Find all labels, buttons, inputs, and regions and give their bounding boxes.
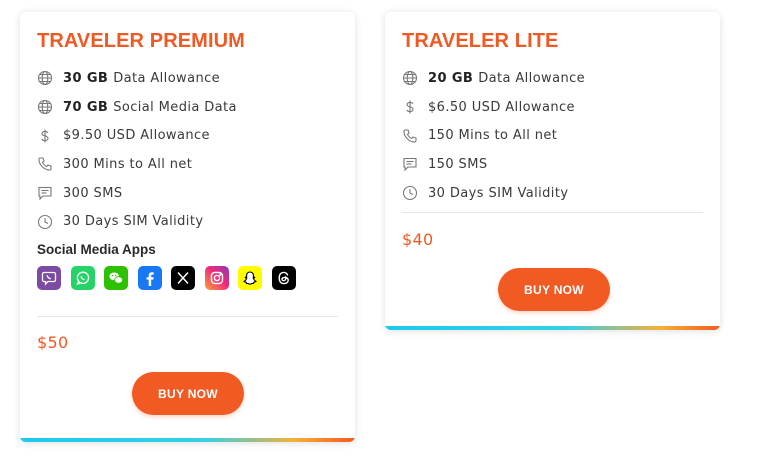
x-icon (171, 266, 195, 290)
feature-item: 30 GB Data Allowance (36, 64, 237, 93)
feature-label: $6.50 USD Allowance (428, 99, 575, 115)
feature-item: 30 Days SIM Validity (401, 179, 585, 208)
threads-icon (271, 266, 296, 290)
feature-label: 30 Days SIM Validity (63, 214, 204, 230)
feature-list: 20 GB Data Allowance $6.50 USD Allowance… (401, 64, 585, 207)
card-accent-bar (385, 326, 720, 330)
globe-icon (36, 98, 54, 116)
feature-label: 300 SMS (63, 185, 123, 201)
viber-icon (37, 266, 61, 290)
feature-item: 300 Mins to All net (36, 150, 237, 179)
facebook-icon (137, 266, 162, 290)
plan-title: TRAVELER LITE (402, 30, 559, 52)
globe-icon (401, 69, 419, 87)
apps-heading: Social Media Apps (37, 242, 156, 257)
whatsapp-icon (70, 266, 95, 290)
plan-price: $50 (37, 333, 69, 352)
buy-now-button[interactable]: BUY NOW (498, 268, 610, 311)
dollar-icon (401, 98, 419, 116)
feature-value: 70 GB (63, 99, 109, 115)
feature-item: 150 Mins to All net (401, 121, 585, 150)
feature-item: 150 SMS (401, 150, 585, 179)
feature-label: 300 Mins to All net (63, 156, 193, 172)
feature-label: 30 Days SIM Validity (428, 185, 569, 201)
feature-item: 300 SMS (36, 179, 237, 208)
feature-label: $9.50 USD Allowance (63, 128, 210, 144)
feature-value: 30 GB (63, 70, 109, 86)
plan-price: $40 (402, 230, 434, 249)
feature-label: Social Media Data (113, 99, 237, 115)
feature-list: 30 GB Data Allowance 70 GB Social Media … (36, 64, 237, 236)
feature-item: 20 GB Data Allowance (401, 64, 585, 93)
phone-icon (36, 155, 54, 173)
dollar-icon (36, 127, 54, 145)
card-divider (402, 212, 703, 213)
feature-value: 20 GB (428, 70, 474, 86)
card-divider (37, 316, 338, 317)
plan-title: TRAVELER PREMIUM (37, 30, 245, 52)
feature-item: 30 Days SIM Validity (36, 207, 237, 236)
plan-card-premium: TRAVELER PREMIUM 30 GB Data Allowance 70… (20, 12, 355, 442)
feature-item: $9.50 USD Allowance (36, 121, 237, 150)
feature-label: Data Allowance (113, 70, 221, 86)
plan-card-lite: TRAVELER LITE 20 GB Data Allowance $6.50… (385, 12, 720, 330)
sms-icon (401, 155, 419, 173)
globe-icon (36, 69, 54, 87)
buy-now-button[interactable]: BUY NOW (132, 372, 244, 415)
feature-label: 150 Mins to All net (428, 128, 558, 144)
feature-label: 150 SMS (428, 156, 488, 172)
sms-icon (36, 184, 54, 202)
feature-item: 70 GB Social Media Data (36, 93, 237, 122)
wechat-icon (104, 266, 128, 290)
feature-label: Data Allowance (478, 70, 586, 86)
card-accent-bar (20, 438, 355, 442)
clock-icon (401, 184, 419, 202)
feature-item: $6.50 USD Allowance (401, 93, 585, 122)
social-apps-row (37, 266, 305, 290)
phone-icon (401, 127, 419, 145)
clock-icon (36, 213, 54, 231)
snapchat-icon (238, 266, 262, 290)
instagram-icon (204, 266, 229, 290)
